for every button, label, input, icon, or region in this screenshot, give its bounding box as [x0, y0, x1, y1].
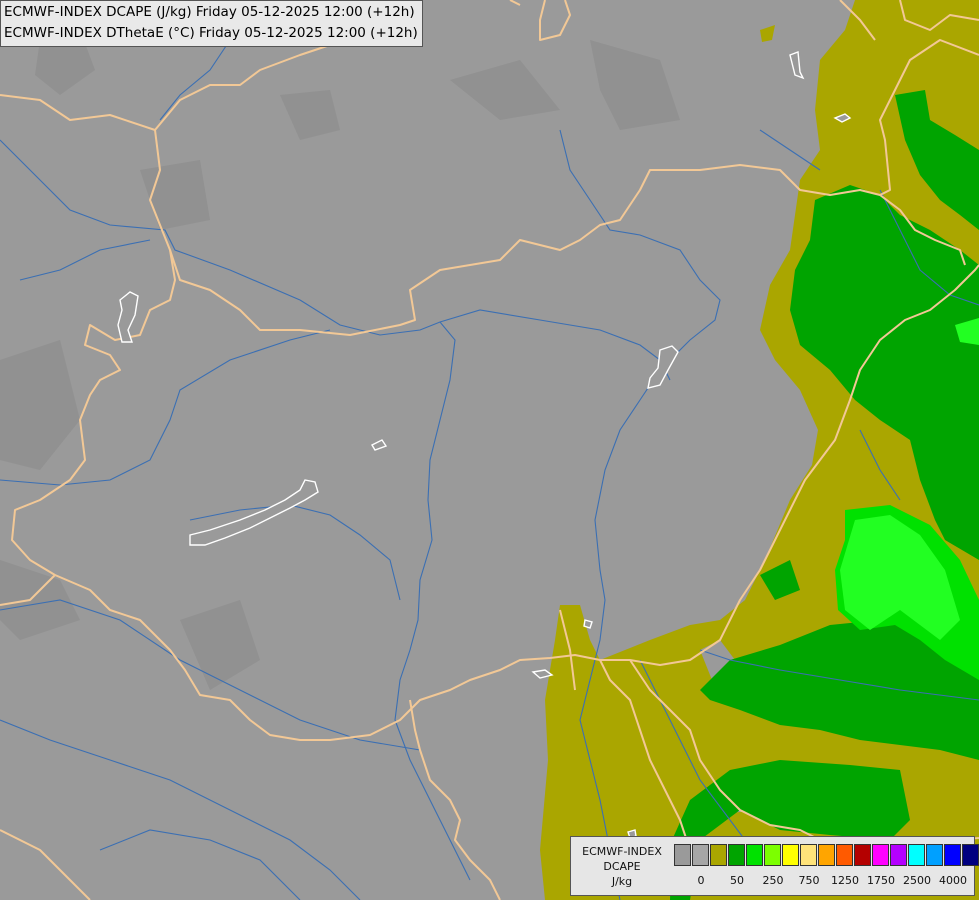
legend-line-2: DCAPE — [603, 860, 641, 873]
legend-swatch — [908, 844, 925, 866]
title-line-dthetae: ECMWF-INDEX DThetaE (°C) Friday 05-12-20… — [4, 25, 418, 41]
legend-tick-label: 750 — [798, 874, 820, 887]
legend-line-1: ECMWF-INDEX — [582, 845, 662, 858]
legend-swatch — [764, 844, 781, 866]
legend-swatch — [854, 844, 871, 866]
legend-swatch — [692, 844, 709, 866]
legend-swatch — [710, 844, 727, 866]
legend-tick-label: 1750 — [867, 874, 895, 887]
weather-map — [0, 0, 979, 900]
legend-swatches — [674, 844, 979, 866]
legend-label: ECMWF-INDEX DCAPE J/kg — [573, 844, 671, 889]
legend-swatch — [746, 844, 763, 866]
legend-swatch — [962, 844, 979, 866]
legend-tick-label: 4000 — [939, 874, 967, 887]
legend-swatch — [944, 844, 961, 866]
legend-swatch — [800, 844, 817, 866]
legend-swatch — [674, 844, 691, 866]
legend-swatch — [872, 844, 889, 866]
legend-swatch — [890, 844, 907, 866]
legend-tick-label: 0 — [697, 874, 705, 887]
legend-swatch — [926, 844, 943, 866]
title-line-dcape: ECMWF-INDEX DCAPE (J/kg) Friday 05-12-20… — [4, 4, 415, 20]
legend-swatch — [818, 844, 835, 866]
map-title-box: ECMWF-INDEX DCAPE (J/kg) Friday 05-12-20… — [0, 0, 423, 47]
legend-tick-label: 1250 — [831, 874, 859, 887]
legend-tick-label: 50 — [730, 874, 744, 887]
legend-swatch — [782, 844, 799, 866]
legend-tick-label: 2500 — [903, 874, 931, 887]
legend-unit: J/kg — [611, 875, 633, 888]
color-legend: ECMWF-INDEX DCAPE J/kg 0 50 250 750 1250 1750… — [570, 836, 979, 896]
legend-swatch — [728, 844, 745, 866]
legend-swatch — [836, 844, 853, 866]
legend-tick-label: 250 — [762, 874, 784, 887]
